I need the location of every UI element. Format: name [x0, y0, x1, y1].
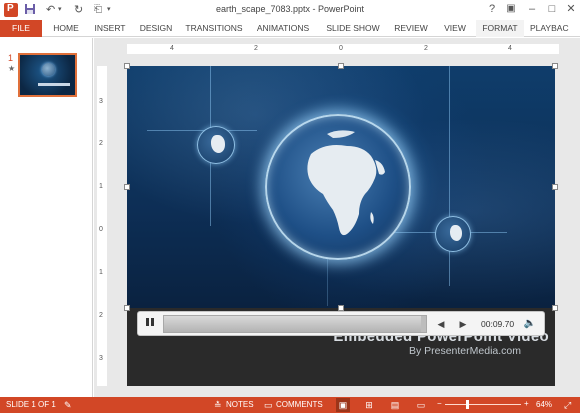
maximize-button[interactable]: □ — [544, 2, 560, 16]
volume-icon[interactable]: 🔈 — [523, 317, 537, 331]
ruler-tick: 0 — [99, 226, 103, 233]
ruler-tick: 4 — [508, 45, 512, 52]
title-bar: ↶ ▾ ↻ ⎗ ▾ earth_scape_7083.pptx - PowerP… — [0, 0, 580, 20]
resize-handle[interactable] — [552, 305, 558, 311]
slide-number: 1 — [8, 53, 14, 63]
normal-view-button[interactable]: ▣ — [336, 398, 350, 412]
small-globe-land — [211, 135, 225, 153]
step-back-icon[interactable]: ◀ — [434, 317, 448, 331]
step-forward-icon[interactable]: ▶ — [456, 317, 470, 331]
help-button[interactable]: ? — [484, 2, 500, 16]
slide-subtitle[interactable]: By PresenterMedia.com — [357, 345, 521, 357]
ruler-tick: 4 — [170, 45, 174, 52]
small-globe-left — [197, 126, 235, 164]
resize-handle[interactable] — [552, 63, 558, 69]
tab-file[interactable]: FILE — [0, 20, 42, 37]
earth-globe — [265, 114, 411, 260]
pause-icon[interactable] — [142, 316, 158, 332]
slide-show-button[interactable]: ▭ — [414, 398, 428, 412]
zoom-slider-thumb[interactable] — [466, 400, 469, 409]
ruler-tick: 3 — [99, 355, 103, 362]
zoom-out-button[interactable]: − — [437, 399, 442, 409]
zoom-level[interactable]: 64% — [536, 400, 552, 410]
tab-home[interactable]: HOME — [48, 20, 84, 37]
ruler-tick: 1 — [99, 269, 103, 276]
small-globe-right — [435, 216, 471, 252]
slide-count: SLIDE 1 OF 1 — [6, 400, 56, 409]
resize-handle[interactable] — [552, 184, 558, 190]
minimize-button[interactable]: – — [524, 2, 540, 16]
tab-view[interactable]: VIEW — [439, 20, 471, 37]
video-controls: ◀ ▶ 00:09.70 🔈 — [137, 311, 545, 336]
ruler-tick: 2 — [254, 45, 258, 52]
tab-playback[interactable]: PLAYBAC — [530, 20, 580, 37]
resize-handle[interactable] — [124, 184, 130, 190]
horizontal-ruler: 4 2 0 2 4 — [127, 44, 559, 54]
notes-icon[interactable]: ≛ — [214, 400, 222, 410]
animation-star-icon: ★ — [8, 64, 16, 73]
comments-icon[interactable]: ▭ — [264, 400, 273, 410]
glow-line — [449, 66, 450, 286]
tab-insert[interactable]: INSERT — [90, 20, 130, 37]
video-time: 00:09.70 — [481, 319, 515, 329]
ruler-tick: 1 — [99, 183, 103, 190]
slide-thumbnail[interactable] — [18, 53, 77, 97]
tab-design[interactable]: DESIGN — [136, 20, 176, 37]
reading-view-button[interactable]: ▤ — [388, 398, 402, 412]
slide-thumbnail-pane: 1 ★ — [0, 38, 93, 397]
video-progress-bar[interactable] — [163, 315, 427, 333]
thumbnail-globe — [42, 63, 55, 76]
ruler-tick: 2 — [424, 45, 428, 52]
thumbnail-caption — [38, 83, 70, 86]
slide-sorter-button[interactable]: ⊞ — [362, 398, 376, 412]
fit-slide-icon[interactable]: ⤢ — [564, 400, 571, 410]
comments-button[interactable]: COMMENTS — [276, 400, 323, 410]
resize-handle[interactable] — [338, 63, 344, 69]
notes-button[interactable]: NOTES — [226, 400, 254, 410]
slide-canvas[interactable]: Embedded PowerPoint Video By PresenterMe… — [127, 66, 555, 386]
tab-slide-show[interactable]: SLIDE SHOW — [323, 20, 383, 37]
ruler-tick: 2 — [99, 140, 103, 147]
small-globe-land — [450, 225, 462, 241]
ruler-tick: 0 — [339, 45, 343, 52]
ruler-tick: 3 — [99, 98, 103, 105]
spelling-icon[interactable]: ✎ — [64, 400, 72, 410]
vertical-ruler: 3 2 1 0 1 2 3 — [97, 66, 107, 386]
zoom-slider[interactable] — [445, 404, 521, 405]
tab-format[interactable]: FORMAT — [476, 20, 524, 37]
close-button[interactable]: ✕ — [563, 2, 579, 16]
resize-handle[interactable] — [124, 305, 130, 311]
resize-handle[interactable] — [124, 63, 130, 69]
tab-animations[interactable]: ANIMATIONS — [252, 20, 314, 37]
ruler-tick: 2 — [99, 312, 103, 319]
africa-shape — [307, 130, 385, 236]
ribbon-display-options-icon[interactable]: ▣ — [503, 2, 519, 16]
video-progress-fill — [164, 316, 421, 332]
tab-transitions[interactable]: TRANSITIONS — [183, 20, 245, 37]
tab-review[interactable]: REVIEW — [390, 20, 432, 37]
zoom-in-button[interactable]: + — [524, 399, 529, 409]
ribbon-tabs: FILE HOME INSERT DESIGN TRANSITIONS ANIM… — [0, 20, 580, 37]
status-bar: SLIDE 1 OF 1 ✎ ≛ NOTES ▭ COMMENTS ▣ ⊞ ▤ … — [0, 397, 580, 413]
